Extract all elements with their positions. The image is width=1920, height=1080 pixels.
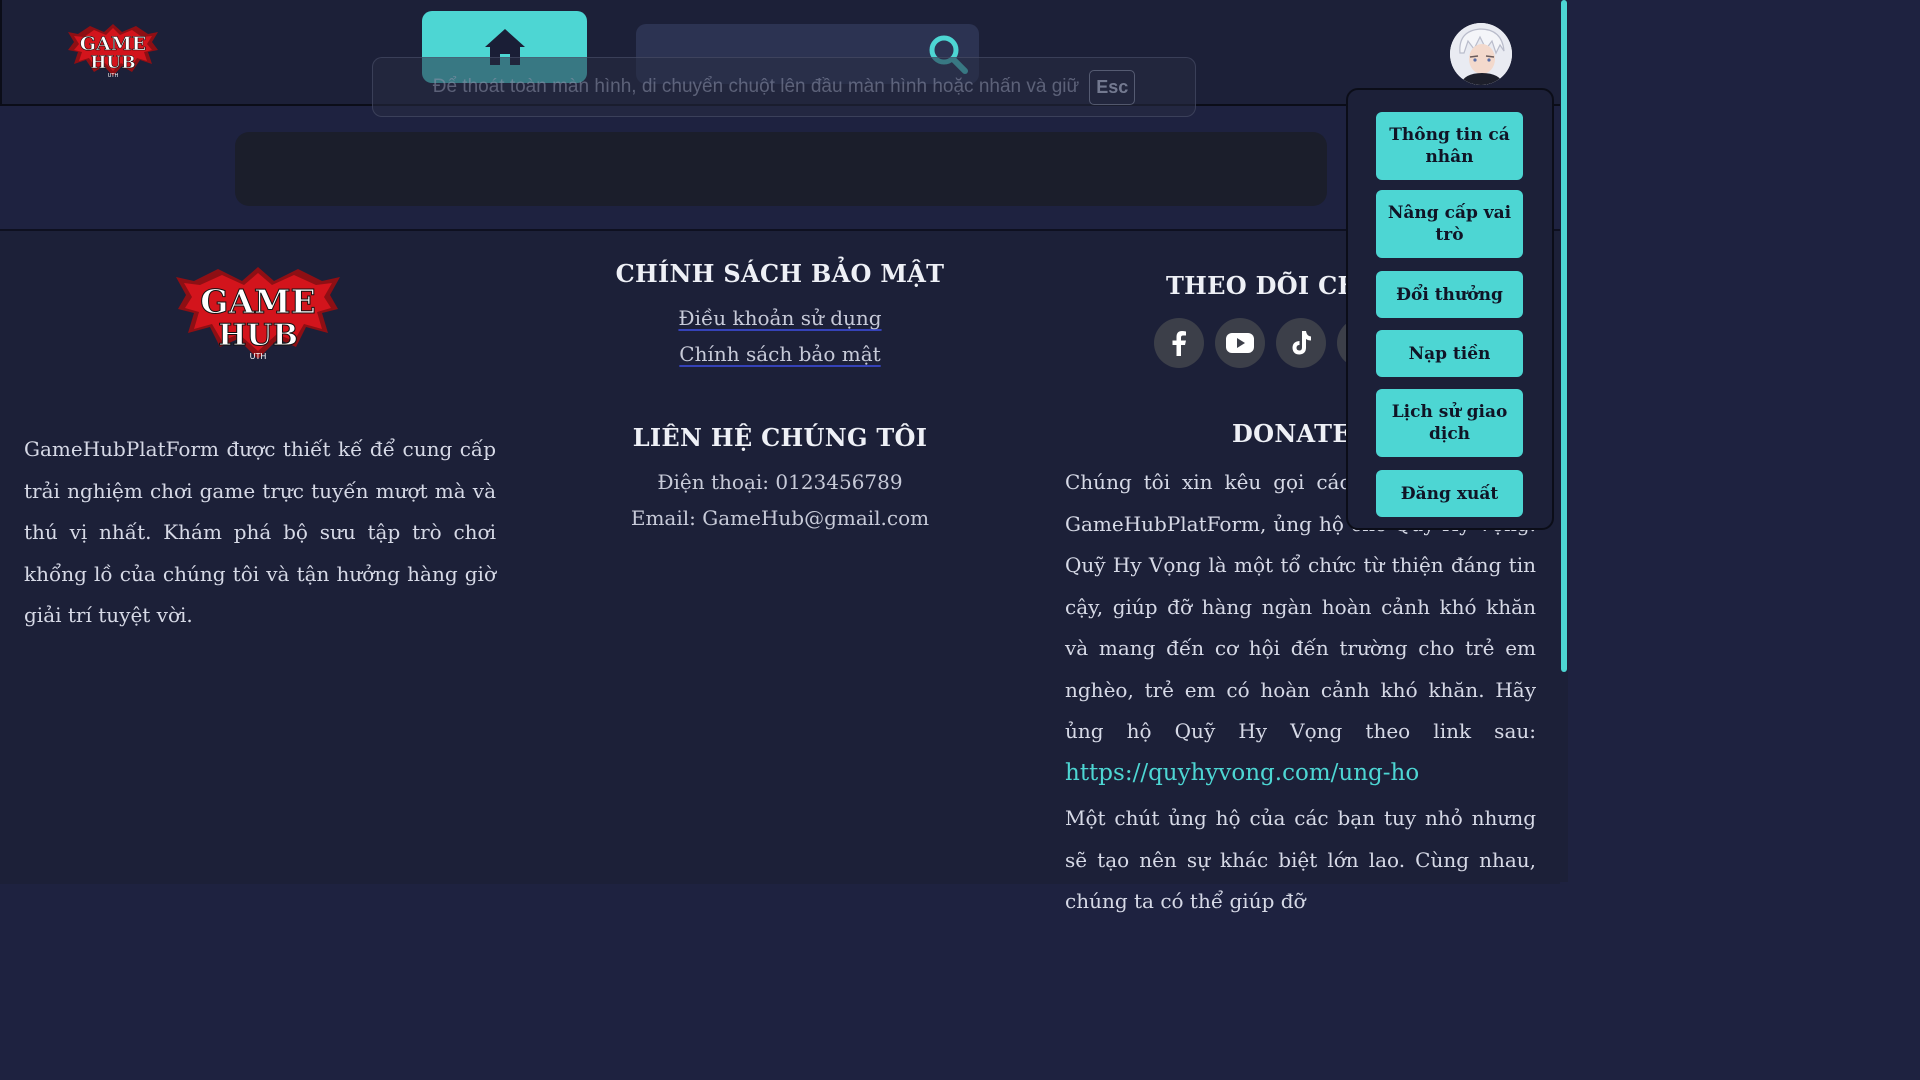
donate-link[interactable]: https://quyhyvong.com/ung-ho bbox=[1065, 760, 1419, 786]
contact-email: Email: GameHub@gmail.com bbox=[630, 506, 930, 530]
facebook-icon bbox=[1172, 331, 1186, 356]
donate-text: Chúng tôi xin kêu gọi các bạn, donate ch… bbox=[1065, 462, 1536, 923]
menu-deposit[interactable]: Nạp tiền bbox=[1376, 330, 1523, 377]
user-avatar[interactable] bbox=[1450, 23, 1512, 85]
footer-logo-line1: GAME bbox=[200, 282, 315, 321]
content-banner bbox=[235, 132, 1327, 206]
donate-para-1c: ủng hộ cho Quỹ Hy Vọng. Quỹ Hy Vọng là m… bbox=[1065, 511, 1536, 744]
tiktok-button[interactable] bbox=[1276, 318, 1326, 368]
site-logo[interactable]: GAME HUB UTH bbox=[64, 20, 162, 80]
menu-redeem-rewards[interactable]: Đổi thưởng bbox=[1376, 271, 1523, 318]
footer-logo-line2: HUB bbox=[218, 318, 298, 353]
contact-title: LIÊN HỆ CHÚNG TÔI bbox=[632, 423, 928, 452]
policy-title: CHÍNH SÁCH BẢO MẬT bbox=[615, 259, 945, 288]
tiktok-icon bbox=[1292, 331, 1311, 355]
site-footer: GAME HUB UTH GameHubPlatForm được thiết … bbox=[0, 229, 1560, 913]
menu-upgrade-role[interactable]: Nâng cấp vai trò bbox=[1376, 190, 1523, 258]
donate-title-text: DONATE bbox=[1232, 419, 1351, 448]
profile-dropdown-menu: Thông tin cá nhân Nâng cấp vai trò Đổi t… bbox=[1346, 88, 1554, 530]
footer-logo: GAME HUB UTH bbox=[172, 263, 344, 363]
esc-key-badge: Esc bbox=[1089, 69, 1136, 105]
terms-link[interactable]: Điều khoản sử dụng bbox=[678, 306, 881, 330]
fullscreen-exit-hint: Để thoát toàn màn hình, di chuyển chuột … bbox=[372, 57, 1196, 117]
contact-phone: Điện thoại: 0123456789 bbox=[657, 470, 903, 494]
youtube-icon bbox=[1226, 333, 1254, 353]
about-text: GameHubPlatForm được thiết kế để cung cấ… bbox=[24, 437, 496, 627]
scrollbar-thumb[interactable] bbox=[1561, 0, 1567, 672]
logo-subtext: UTH bbox=[108, 73, 119, 79]
facebook-button[interactable] bbox=[1154, 318, 1204, 368]
youtube-button[interactable] bbox=[1215, 318, 1265, 368]
fullscreen-hint-text: Để thoát toàn màn hình, di chuyển chuột … bbox=[432, 76, 1080, 97]
menu-logout[interactable]: Đăng xuất bbox=[1376, 470, 1523, 517]
menu-transaction-history[interactable]: Lịch sử giao dịch bbox=[1376, 389, 1523, 457]
footer-logo-subtext: UTH bbox=[250, 352, 267, 361]
donate-para-2: Một chút ủng hộ của các bạn tuy nhỏ nhưn… bbox=[1065, 806, 1536, 913]
menu-profile-info[interactable]: Thông tin cá nhân bbox=[1376, 112, 1523, 180]
privacy-link[interactable]: Chính sách bảo mật bbox=[679, 342, 880, 366]
logo-text-line1: GAME bbox=[80, 33, 146, 55]
logo-text-line2: HUB bbox=[90, 53, 135, 73]
